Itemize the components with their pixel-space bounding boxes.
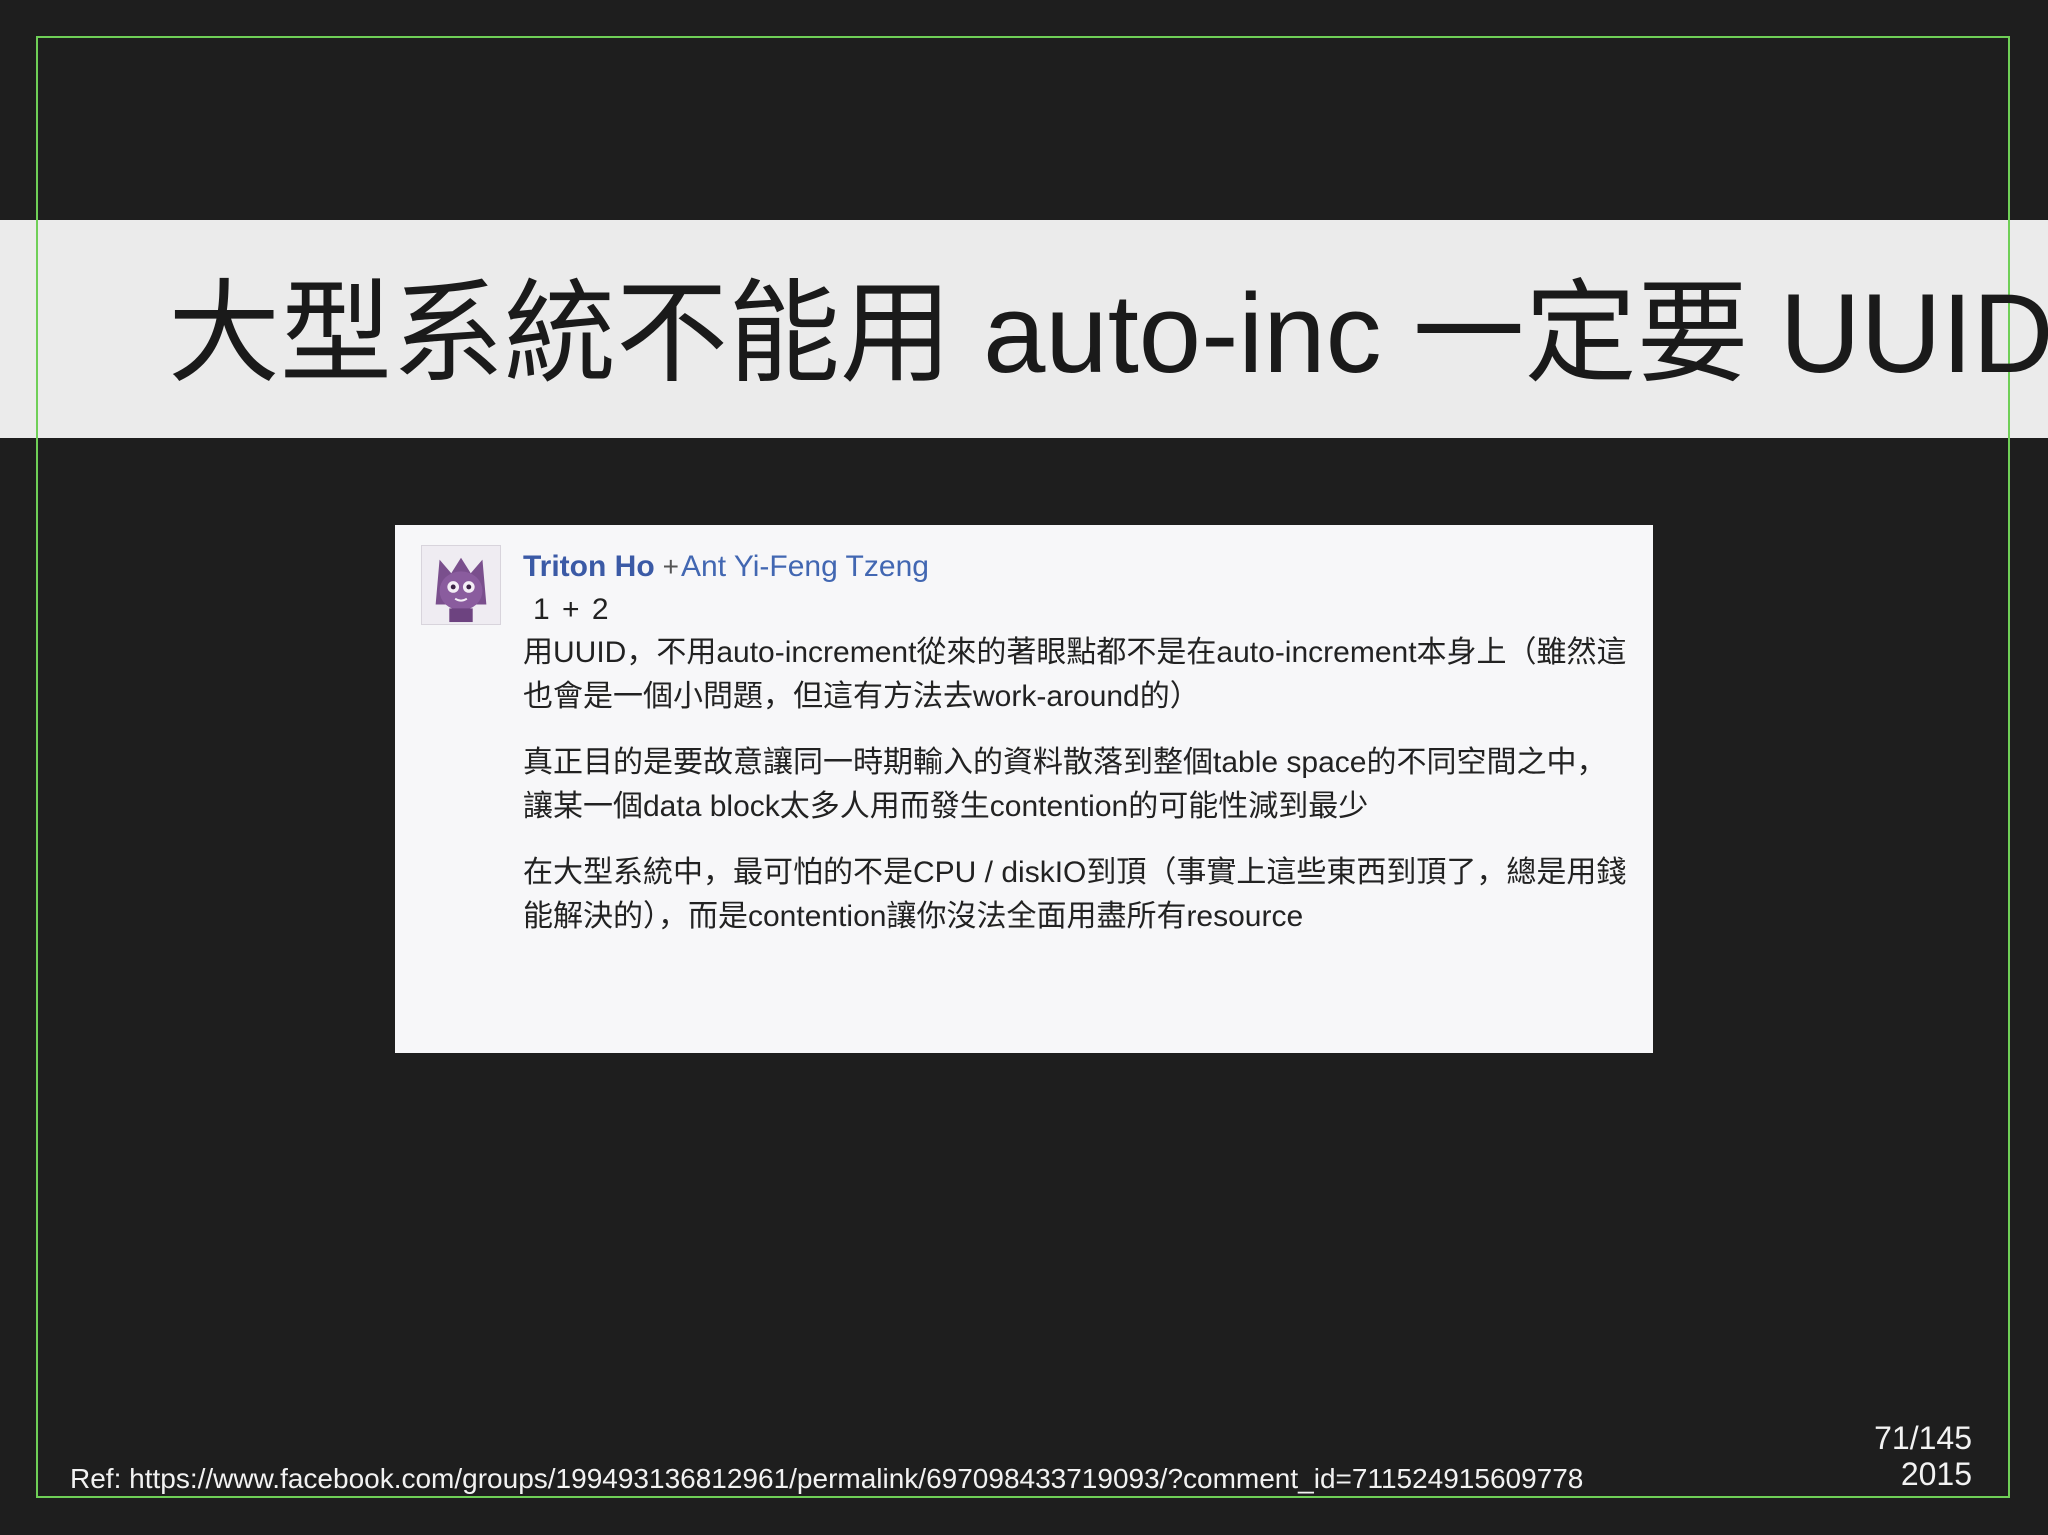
comment-header: Triton Ho +Ant Yi-Feng Tzeng	[523, 547, 1633, 589]
slide-title: 大型系統不能用 auto-inc 一定要 UUID	[168, 271, 2048, 396]
comment-paragraph: 真正目的是要故意讓同一時期輸入的資料散落到整個table space的不同空間之…	[523, 746, 1607, 823]
reply-reference: 1 + 2	[533, 593, 611, 626]
page-indicator: 71/145 2015	[1874, 1420, 1972, 1492]
comment-paragraph: 在大型系統中，最可怕的不是CPU / diskIO到頂（事實上這些東西到頂了，總…	[523, 856, 1627, 933]
year-label: 2015	[1900, 1456, 1972, 1492]
author-link[interactable]: Triton Ho	[523, 550, 655, 583]
mention-link[interactable]: Ant Yi-Feng Tzeng	[681, 550, 929, 583]
comment-body: Triton Ho +Ant Yi-Feng Tzeng 1 + 2 用UUID，…	[523, 547, 1633, 939]
mention-plus: +	[662, 551, 680, 582]
page-number: 71/145	[1874, 1420, 1972, 1456]
comment-paragraph: 用UUID，不用auto-increment從來的著眼點都不是在auto-inc…	[523, 636, 1627, 713]
reference-link[interactable]: Ref: https://www.facebook.com/groups/199…	[70, 1463, 1583, 1495]
facebook-comment-screenshot: Triton Ho +Ant Yi-Feng Tzeng 1 + 2 用UUID，…	[395, 525, 1653, 1053]
cat-avatar-icon	[421, 545, 501, 625]
